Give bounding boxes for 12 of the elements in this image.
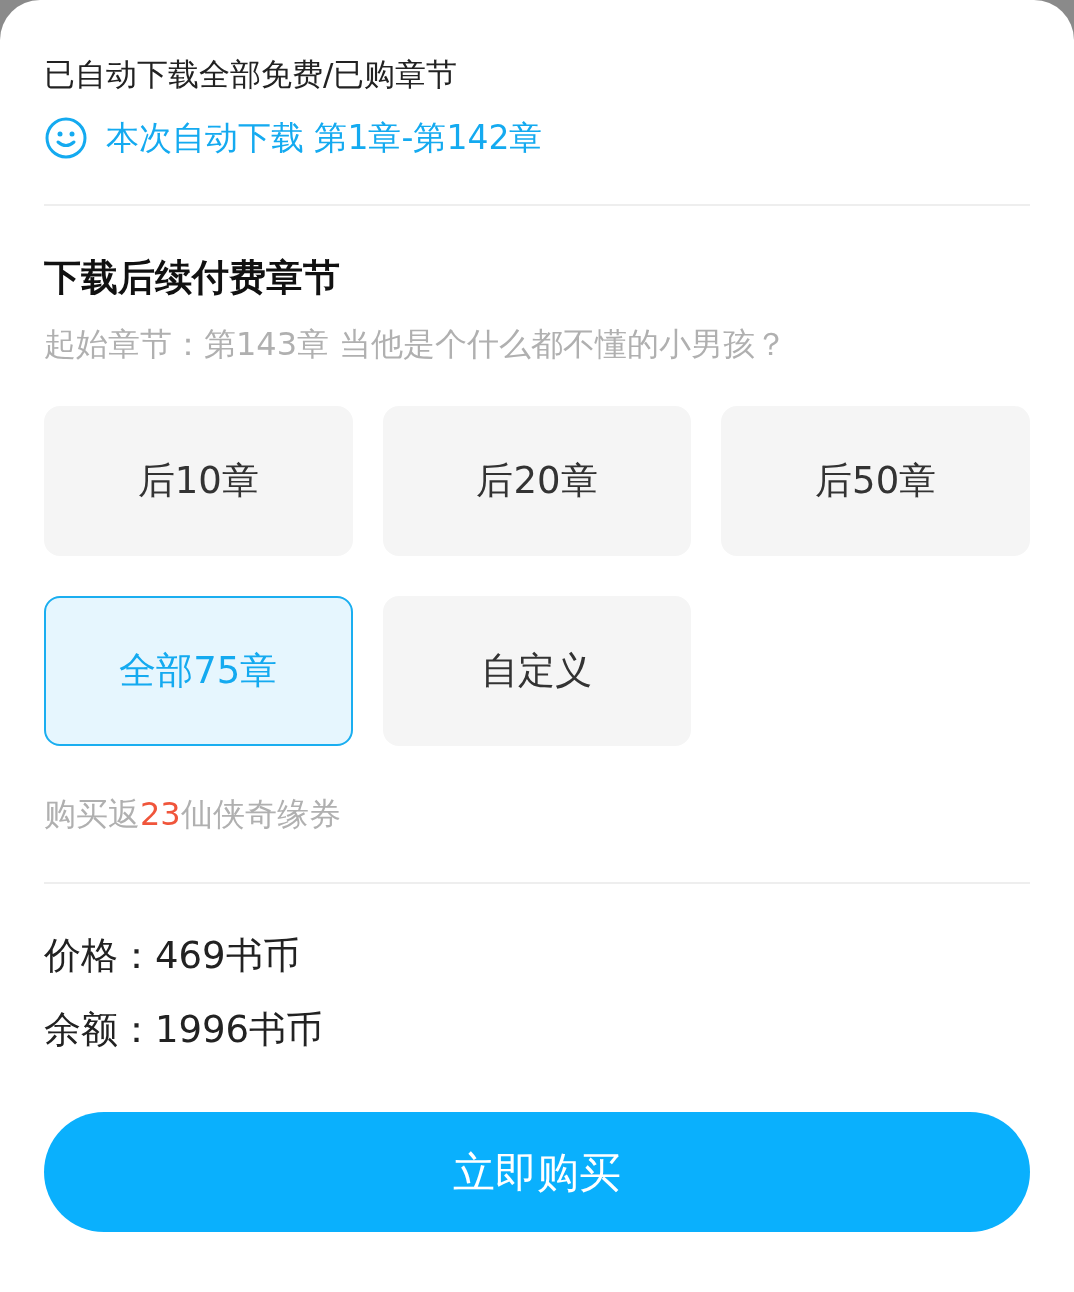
price-text: 价格：469书币 <box>44 933 300 979</box>
chapter-option[interactable]: 后20章 <box>382 406 692 556</box>
auto-download-status: 本次自动下载 第1章-第142章 <box>106 117 543 159</box>
section-title: 下载后续付费章节 <box>44 255 340 301</box>
chapter-option[interactable]: 自定义 <box>382 596 692 746</box>
reward-text: 购买返23仙侠奇缘券 <box>44 794 341 835</box>
balance-text: 余额：1996书币 <box>44 1007 324 1053</box>
smiley-icon <box>44 116 88 160</box>
start-chapter-text: 起始章节：第143章 当他是个什么都不懂的小男孩？ <box>44 324 788 365</box>
chapter-option[interactable]: 后50章 <box>721 406 1030 556</box>
auto-download-title: 已自动下载全部免费/已购章节 <box>44 55 458 94</box>
chapter-option[interactable]: 后10章 <box>44 406 353 556</box>
